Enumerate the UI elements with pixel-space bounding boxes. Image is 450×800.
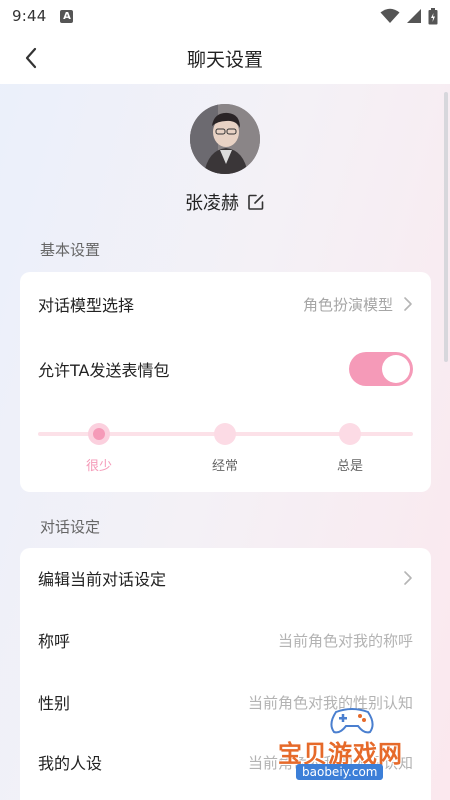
notification-icon: A: [60, 9, 74, 23]
basic-settings-card: 对话模型选择 角色扮演模型 允许TA发送表情包 很少 经常 总是: [20, 272, 431, 492]
model-select-value: 角色扮演模型: [302, 295, 393, 314]
edit-dialog-row[interactable]: 编辑当前对话设定: [20, 554, 431, 602]
watermark-url: baobeiy.com: [296, 764, 384, 780]
character-name: 张凌赫: [185, 193, 239, 214]
frequency-option-rarely[interactable]: [88, 423, 110, 445]
scrollbar[interactable]: [444, 92, 448, 362]
section-title-dialog: 对话设定: [40, 518, 101, 536]
persona-label: 我的人设: [38, 754, 103, 773]
nickname-label: 称呼: [38, 632, 71, 651]
chevron-right-icon: [404, 297, 412, 311]
emoji-permission-label: 允许TA发送表情包: [38, 361, 170, 380]
gender-label: 性别: [38, 694, 71, 713]
edit-dialog-label: 编辑当前对话设定: [38, 570, 167, 589]
model-select-label: 对话模型选择: [38, 296, 135, 315]
edit-icon[interactable]: [247, 193, 265, 211]
chevron-right-icon: [404, 571, 412, 585]
watermark: 宝贝游戏网 baobeiy.com: [278, 704, 438, 784]
frequency-label-always: 总是: [336, 459, 363, 474]
signal-icon: [407, 9, 421, 23]
battery-icon: [428, 7, 438, 24]
section-title-basic: 基本设置: [40, 241, 101, 259]
frequency-label-often: 经常: [211, 459, 238, 474]
frequency-label-rarely: 很少: [85, 459, 112, 474]
avatar[interactable]: [190, 104, 260, 174]
frequency-option-often[interactable]: [214, 423, 236, 445]
page-title: 聊天设置: [186, 48, 263, 71]
profile-name-row: 张凌赫: [0, 188, 450, 216]
back-button[interactable]: [18, 44, 44, 72]
model-select-row[interactable]: 对话模型选择 角色扮演模型: [20, 280, 431, 328]
emoji-permission-toggle[interactable]: [349, 352, 413, 386]
gamepad-icon: [330, 708, 374, 734]
nickname-row[interactable]: 称呼 当前角色对我的称呼: [20, 616, 431, 664]
emoji-permission-row: 允许TA发送表情包: [20, 345, 431, 393]
status-time: 9:44: [12, 7, 47, 25]
chevron-left-icon: [25, 47, 37, 69]
status-bar: 9:44 A: [0, 0, 450, 32]
nickname-input[interactable]: 当前角色对我的称呼: [278, 630, 413, 651]
frequency-option-always[interactable]: [339, 423, 361, 445]
toggle-knob: [382, 355, 410, 383]
header-bar: 聊天设置: [0, 32, 450, 84]
wifi-icon: [380, 8, 400, 23]
